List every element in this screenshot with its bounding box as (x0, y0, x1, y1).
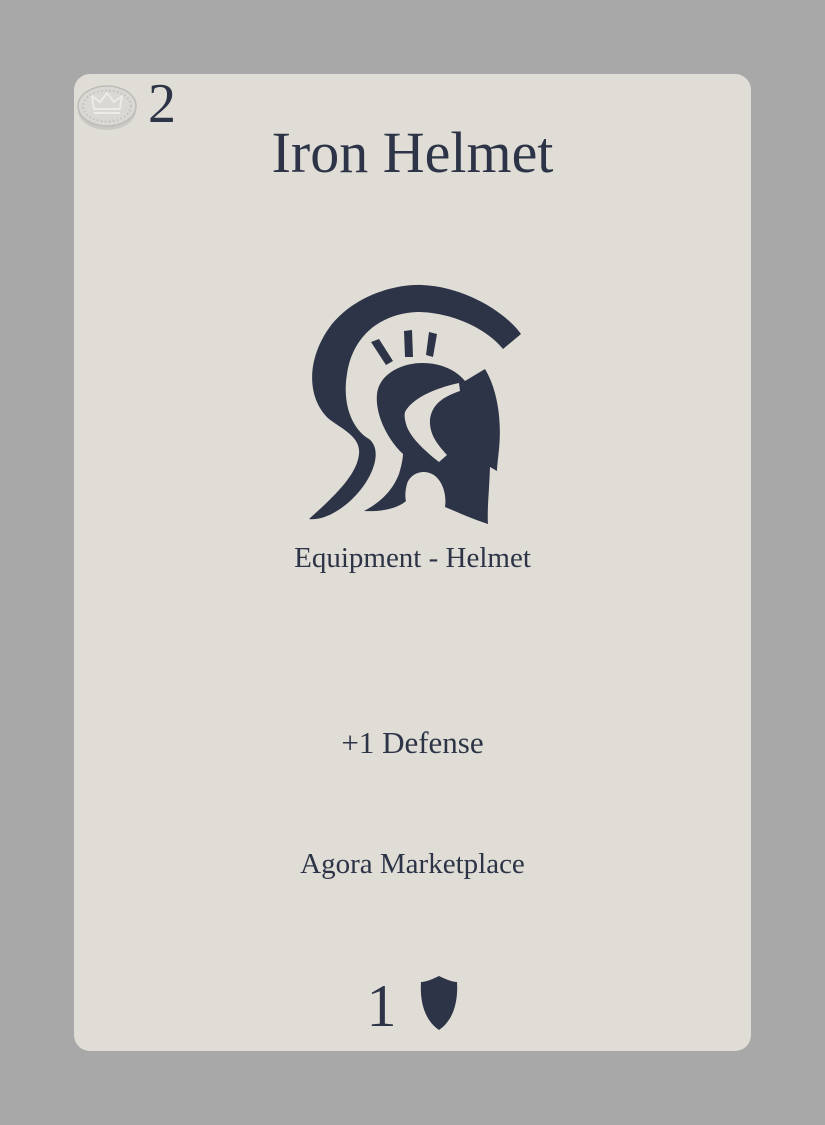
card-type-line: Equipment - Helmet (294, 542, 531, 574)
card-title: Iron Helmet (271, 120, 554, 185)
defense-stat: 1 (74, 974, 751, 1038)
shield-icon (420, 976, 457, 1030)
defense-value: 1 (366, 973, 397, 1039)
card-effect-text: +1 Defense (341, 725, 484, 760)
spartan-helmet-icon (309, 284, 521, 524)
item-card[interactable]: 2 Iron Helmet Equipment - Helmet +1 Defe… (74, 74, 751, 1051)
card-source: Agora Marketplace (300, 848, 525, 880)
